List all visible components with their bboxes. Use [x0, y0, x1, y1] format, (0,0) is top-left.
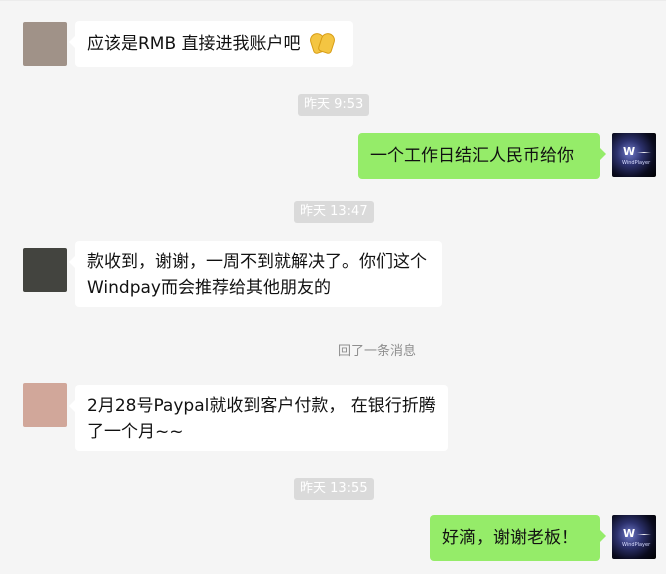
message-text: 款收到，谢谢，一周不到就解决了。你们这个Windpay而会推荐给其他朋友的 — [87, 252, 427, 298]
contact-avatar[interactable] — [23, 22, 67, 66]
windplayer-logo-text: WindPlayer — [622, 542, 651, 548]
system-message[interactable]: 回了一条消息 — [338, 342, 416, 362]
incoming-message-bubble[interactable]: 2月28号Paypal就收到客户付款， 在银行折腾了一个月~~ — [69, 385, 448, 451]
logo-flare — [637, 152, 651, 153]
message-text: 一个工作日结汇人民币给你 — [370, 146, 574, 166]
top-divider — [0, 0, 666, 1]
timestamp: 昨天 9:53 — [298, 94, 370, 116]
message-text: 应该是RMB 直接进我账户吧 — [87, 34, 301, 54]
windplayer-avatar[interactable]: W WindPlayer — [612, 133, 656, 177]
windplayer-logo: W — [623, 145, 635, 158]
message-text: 好滴，谢谢老板！ — [442, 528, 578, 548]
message-text: 2月28号Paypal就收到客户付款， 在银行折腾了一个月~~ — [87, 396, 436, 442]
logo-flare — [637, 534, 651, 535]
folded-hands-icon — [308, 31, 337, 55]
timestamp: 昨天 13:55 — [294, 478, 374, 500]
incoming-message-bubble[interactable]: 应该是RMB 直接进我账户吧 — [69, 21, 353, 67]
timestamp: 昨天 13:47 — [294, 201, 374, 223]
windplayer-logo-text: WindPlayer — [622, 160, 651, 166]
contact-avatar[interactable] — [23, 383, 67, 427]
outgoing-message-bubble[interactable]: 好滴，谢谢老板！ — [430, 515, 606, 561]
chat-area: 应该是RMB 直接进我账户吧 昨天 9:53 一个工作日结汇人民币给你 W Wi… — [0, 0, 666, 574]
windplayer-avatar[interactable]: W WindPlayer — [612, 515, 656, 559]
incoming-message-bubble[interactable]: 款收到，谢谢，一周不到就解决了。你们这个Windpay而会推荐给其他朋友的 — [69, 241, 442, 307]
outgoing-message-bubble[interactable]: 一个工作日结汇人民币给你 — [358, 133, 606, 179]
windplayer-logo: W — [623, 527, 635, 540]
contact-avatar[interactable] — [23, 248, 67, 292]
